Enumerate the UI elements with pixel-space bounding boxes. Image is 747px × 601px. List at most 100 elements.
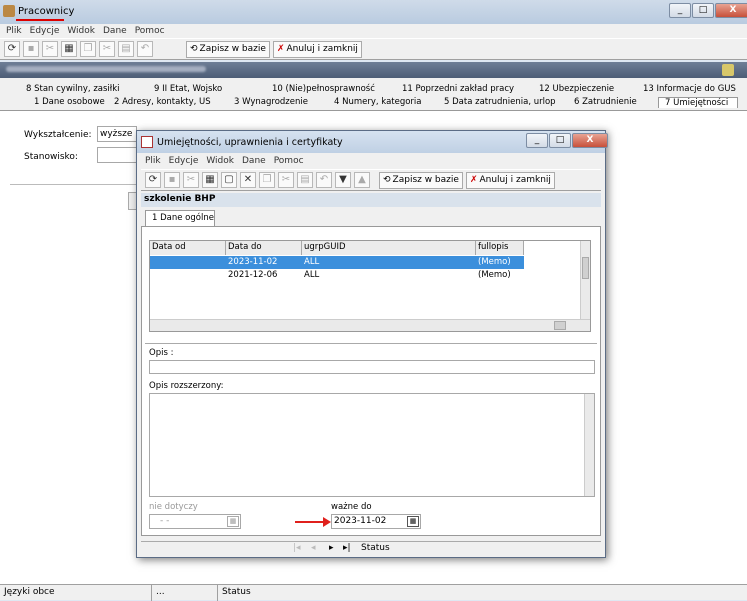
next-record-icon[interactable]: ▸	[329, 543, 334, 553]
delete-icon[interactable]: ✂	[42, 41, 58, 57]
dlg-up-arrow-icon[interactable]: ▲	[354, 172, 370, 188]
prev-record-icon[interactable]: ◂	[311, 543, 316, 553]
calendar-icon[interactable]: ▦	[227, 516, 239, 527]
col-data-do[interactable]: Data do	[226, 241, 302, 255]
first-record-icon[interactable]: |◂	[293, 543, 301, 553]
tab-dane-osobowe[interactable]: 1 Dane osobowe	[28, 97, 108, 108]
tab-numery[interactable]: 4 Numery, kategoria	[328, 97, 438, 108]
textarea-scrollbar[interactable]	[584, 394, 594, 496]
cell-data-do: 2023-11-02	[228, 257, 278, 267]
tab-adresy[interactable]: 2 Adresy, kontakty, US	[108, 97, 228, 108]
dlg-remove-icon[interactable]: ✕	[240, 172, 256, 188]
menu-dane[interactable]: Dane	[103, 26, 127, 36]
red-arrow-shaft	[295, 521, 325, 523]
cell-ugrpguid: ALL	[304, 257, 320, 267]
undo-icon[interactable]: ↶	[137, 41, 153, 57]
dlg-new-icon[interactable]: ▢	[221, 172, 237, 188]
main-menubar: Plik Edycje Widok Dane Pomoc	[6, 26, 165, 36]
dlg-menu-pomoc[interactable]: Pomoc	[274, 156, 304, 166]
col-fullopis[interactable]: fullopis	[476, 241, 524, 255]
tab-umiejetnosci[interactable]: 7 Umiejętności	[658, 97, 738, 108]
copy-icon[interactable]: ❐	[80, 41, 96, 57]
wazne-do-value: 2023-11-02	[334, 516, 387, 526]
menu-edycje[interactable]: Edycje	[30, 26, 60, 36]
dialog-record-header: szkolenie BHP	[141, 193, 601, 207]
menu-plik[interactable]: Plik	[6, 26, 22, 36]
wazne-do-date-field[interactable]: 2023-11-02 ▦	[331, 514, 421, 529]
col-data-od[interactable]: Data od	[150, 241, 226, 255]
table-row[interactable]: 2023-11-02 ALL (Memo)	[150, 256, 524, 269]
opis-field[interactable]	[149, 360, 595, 374]
dialog-minimize-button[interactable]: _	[526, 133, 548, 148]
close-button[interactable]: X	[715, 3, 747, 18]
wazne-do-label: ważne do	[331, 502, 372, 512]
dlg-refresh-icon[interactable]: ⟳	[145, 172, 161, 188]
user-icon[interactable]	[722, 64, 734, 76]
tab-row-bottom: 1 Dane osobowe 2 Adresy, kontakty, US 3 …	[28, 97, 738, 108]
dlg-menu-widok[interactable]: Widok	[206, 156, 234, 166]
dlg-undo-icon[interactable]: ↶	[316, 172, 332, 188]
education-field[interactable]: wyższe	[97, 126, 137, 142]
tab-zatrudnienie[interactable]: 6 Zatrudnienie	[568, 97, 658, 108]
menu-widok[interactable]: Widok	[67, 26, 95, 36]
tab-ii-etat[interactable]: 9 II Etat, Wojsko	[148, 84, 266, 94]
calendar-icon[interactable]: ▦	[407, 516, 419, 527]
dlg-down-arrow-icon[interactable]: ▼	[335, 172, 351, 188]
tab-wynagrodzenie[interactable]: 3 Wynagrodzenie	[228, 97, 328, 108]
tab-ubezpieczenie[interactable]: 12 Ubezpieczenie	[533, 84, 637, 94]
position-label: Stanowisko:	[24, 152, 78, 162]
position-field[interactable]	[97, 147, 137, 163]
save-db-icon: ⟲	[190, 44, 198, 54]
dialog-icon	[141, 136, 153, 148]
col-ugrpguid[interactable]: ugrpGUID	[302, 241, 476, 255]
dialog-menubar: Plik Edycje Widok Dane Pomoc	[145, 156, 304, 166]
tab-niepelnosprawnosc[interactable]: 10 (Nie)pełnosprawność	[266, 84, 396, 94]
maximize-button[interactable]: □	[692, 3, 714, 18]
paste-icon[interactable]: ▤	[118, 41, 134, 57]
grid-hscroll-thumb[interactable]	[554, 321, 566, 330]
cancel-close-button[interactable]: ✗ Anuluj i zamknij	[272, 40, 362, 58]
main-titlebar	[0, 0, 747, 24]
tab-poprzedni-zaklad[interactable]: 11 Poprzedni zakład pracy	[396, 84, 533, 94]
opis-ext-textarea[interactable]	[149, 393, 595, 497]
cut-icon[interactable]: ✂	[99, 41, 115, 57]
nie-dotyczy-date-field[interactable]: - - ▦	[149, 514, 241, 529]
dlg-cancel-close-button[interactable]: ✗ Anuluj i zamknij	[465, 171, 555, 189]
dlg-properties-icon[interactable]: ▦	[202, 172, 218, 188]
minimize-button[interactable]: _	[669, 3, 691, 18]
save-to-db-button[interactable]: ⟲ Zapisz w bazie	[186, 40, 270, 58]
menu-pomoc[interactable]: Pomoc	[135, 26, 165, 36]
grid-scroll-thumb[interactable]	[582, 257, 589, 279]
app-title: Pracownicy	[18, 6, 75, 17]
dlg-paste-icon[interactable]: ▤	[297, 172, 313, 188]
tab-stan-cywilny[interactable]: 8 Stan cywilny, zasiłki	[20, 84, 148, 94]
dialog-title: Umiejętności, uprawnienia i certyfikaty	[157, 137, 343, 148]
last-record-icon[interactable]: ▸|	[343, 543, 351, 553]
properties-icon[interactable]: ▦	[61, 41, 77, 57]
dlg-menu-edycje[interactable]: Edycje	[169, 156, 199, 166]
window-controls: _ □ X	[668, 3, 747, 18]
dlg-save-icon[interactable]: ▪	[164, 172, 180, 188]
dlg-menu-dane[interactable]: Dane	[242, 156, 266, 166]
dlg-menu-plik[interactable]: Plik	[145, 156, 161, 166]
grid-horizontal-scrollbar[interactable]	[150, 319, 590, 331]
dlg-copy-icon[interactable]: ❐	[259, 172, 275, 188]
dlg-save-to-db-button[interactable]: ⟲ Zapisz w bazie	[379, 171, 463, 189]
cancel-close-label: Anuluj i zamknij	[286, 44, 358, 54]
tab-data-zatrudnienia[interactable]: 5 Data zatrudnienia, urlop	[438, 97, 568, 108]
tab-informacje-gus[interactable]: 13 Informacje do GUS	[637, 84, 737, 94]
dlg-cut-icon[interactable]: ✂	[278, 172, 294, 188]
save-to-db-label: Zapisz w bazie	[199, 44, 266, 54]
refresh-icon[interactable]: ⟳	[4, 41, 20, 57]
save-icon[interactable]: ▪	[23, 41, 39, 57]
dialog-toolbar: ⟳ ▪ ✂ ▦ ▢ ✕ ❐ ✂ ▤ ↶ ▼ ▲ ⟲ Zapisz w bazie …	[141, 169, 601, 191]
dialog-tab-dane-ogolne[interactable]: 1 Dane ogólne	[145, 210, 215, 226]
grid-vertical-scrollbar[interactable]	[580, 241, 590, 319]
dialog-maximize-button[interactable]: □	[549, 133, 571, 148]
dlg-delete-icon[interactable]: ✂	[183, 172, 199, 188]
nie-dotyczy-label: nie dotyczy	[149, 502, 198, 512]
records-grid[interactable]: Data od Data do ugrpGUID fullopis 2023-1…	[149, 240, 591, 332]
main-statusbar: Języki obce ... Status	[0, 584, 747, 601]
table-row[interactable]: 2021-12-06 ALL (Memo)	[150, 269, 524, 282]
dialog-close-button[interactable]: X	[572, 133, 608, 148]
